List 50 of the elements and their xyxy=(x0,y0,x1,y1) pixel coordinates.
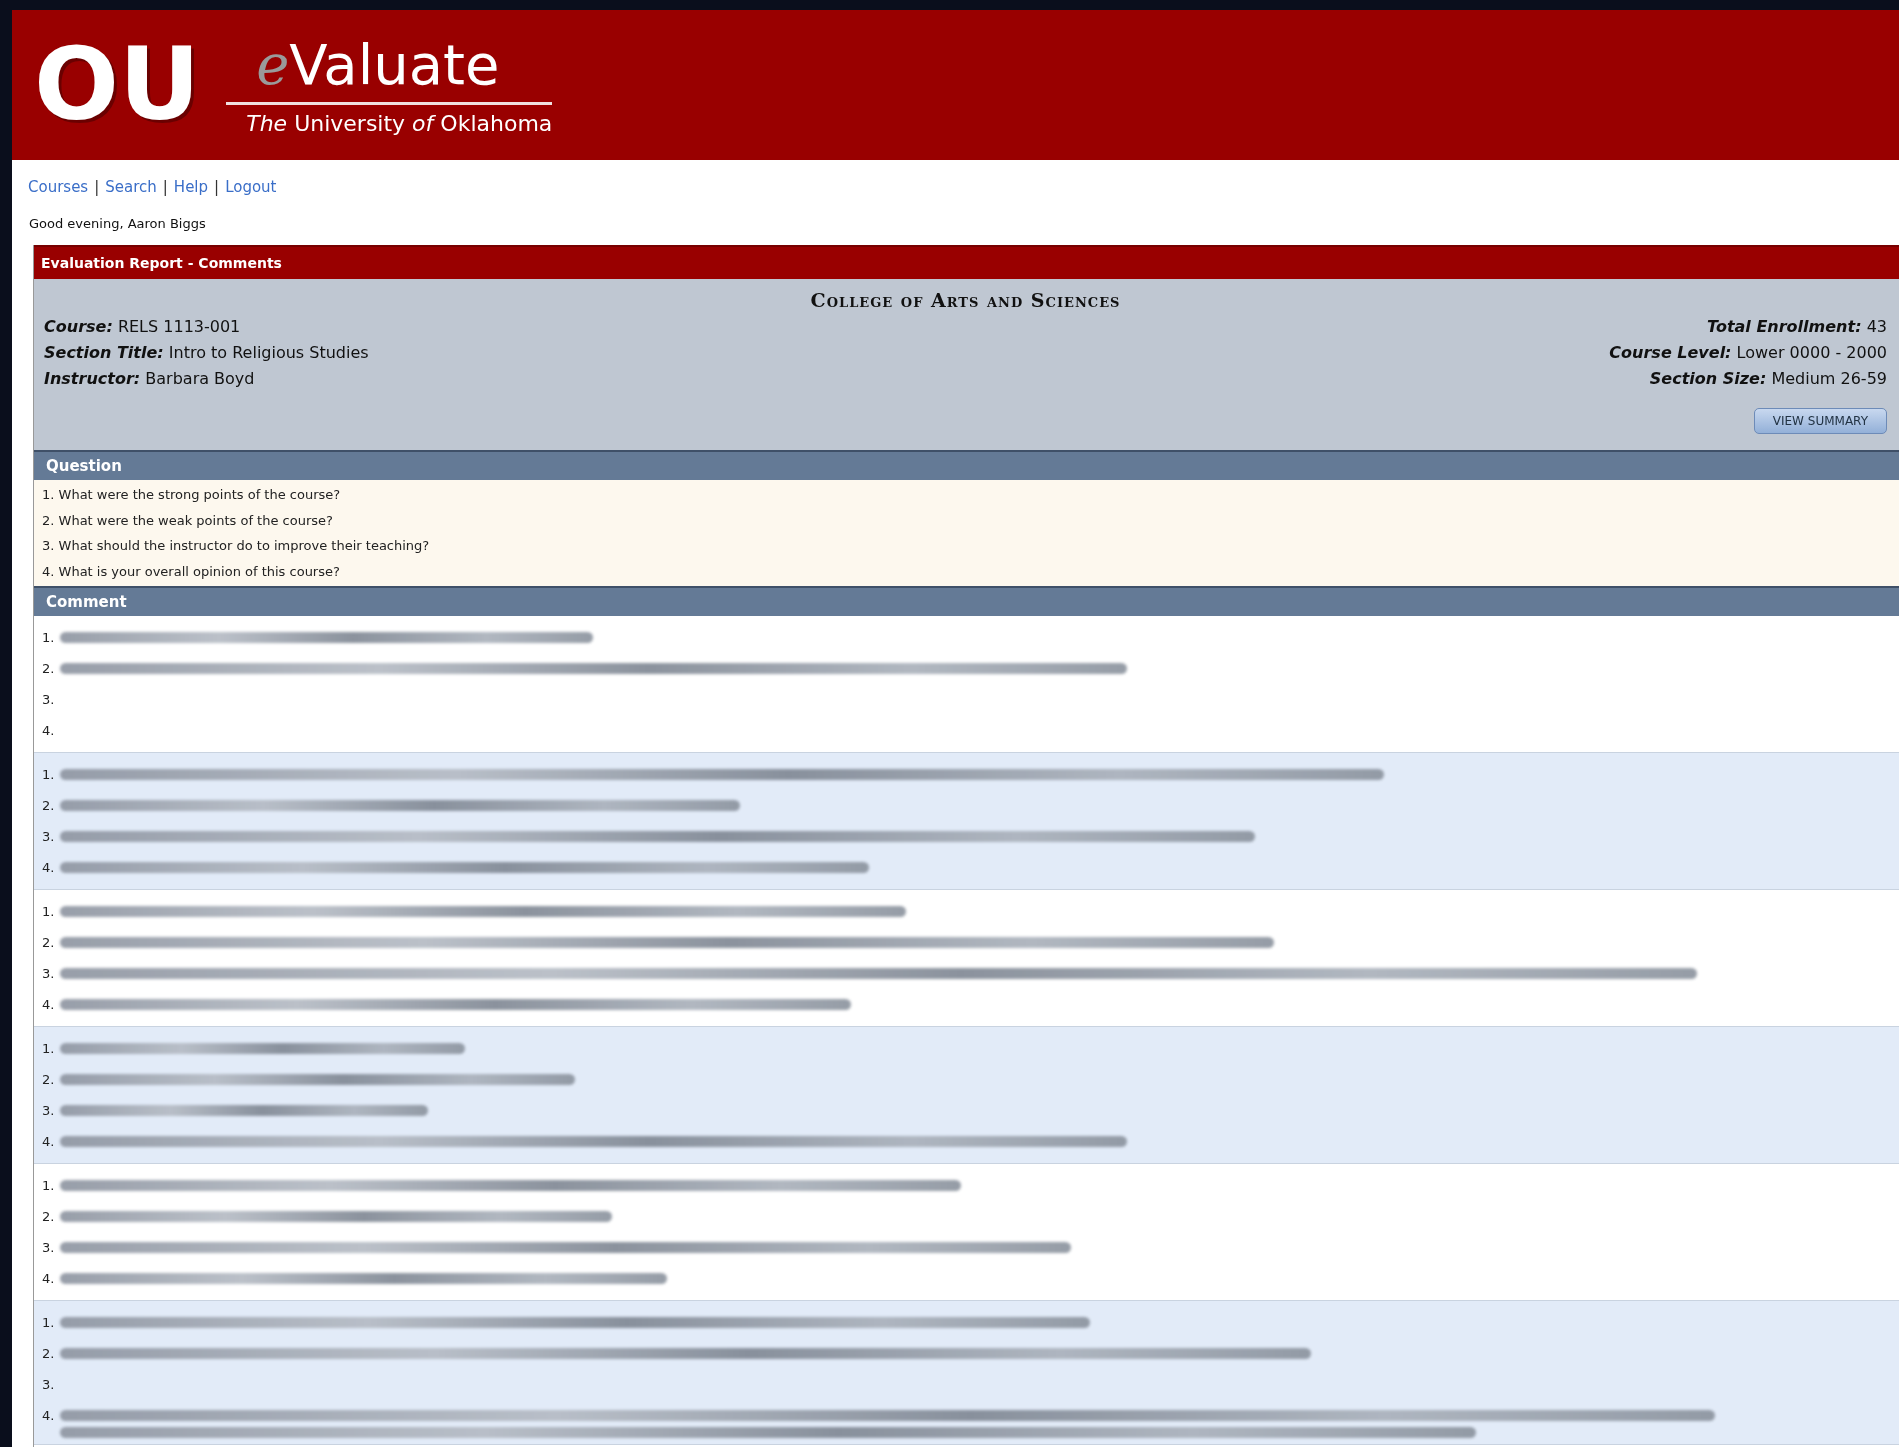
question-text: 2. What were the weak points of the course? xyxy=(42,511,334,530)
nav-separator: | xyxy=(162,178,168,196)
answer-number: 2. xyxy=(42,1208,56,1226)
nav-separator: | xyxy=(214,178,220,196)
nav-link[interactable]: Logout xyxy=(225,178,277,196)
answer-number: 1. xyxy=(42,903,56,921)
answer-number: 2. xyxy=(42,1071,56,1089)
answer-number: 3. xyxy=(42,1376,56,1394)
answer-number: 4. xyxy=(42,996,56,1014)
answer-number: 3. xyxy=(42,828,56,846)
answer-number: 2. xyxy=(42,660,56,678)
answer-number: 4. xyxy=(42,1407,56,1425)
question-text: 3. What should the instructor do to improve their teaching? xyxy=(42,537,431,555)
university-name: The University of Oklahoma xyxy=(245,109,553,136)
greeting-text: Good evening, Aaron Biggs xyxy=(29,216,206,231)
answer-number: 1. xyxy=(42,1177,56,1195)
answer-number: 4. xyxy=(42,1133,56,1151)
answer-number: 2. xyxy=(42,1345,56,1363)
app-logo-text: eValuate xyxy=(226,34,553,105)
answer-number: 2. xyxy=(42,797,56,815)
nav-link[interactable]: Help xyxy=(173,178,209,196)
view-summary-button[interactable]: VIEW SUMMARY xyxy=(1753,408,1887,434)
answer-number: 1. xyxy=(42,766,56,784)
answer-number: 4. xyxy=(42,1270,56,1288)
course-info-field: Section Size: Medium 26-59 xyxy=(1649,369,1887,388)
answer-number: 1. xyxy=(42,1040,56,1058)
report-title-bar: Evaluation Report - Comments xyxy=(34,245,1899,279)
answer-number: 4. xyxy=(42,722,56,740)
course-info-field: Course Level: Lower 0000 - 2000 xyxy=(1609,343,1887,362)
answer-number: 2. xyxy=(42,934,56,952)
course-info-field: Course: RELS 1113-001 xyxy=(44,317,811,336)
answer-number: 1. xyxy=(42,1314,56,1332)
course-info-field: Instructor: Barbara Boyd xyxy=(44,369,811,388)
answer-number: 1. xyxy=(42,629,56,647)
question-header: Question xyxy=(34,450,1899,480)
nav-link[interactable]: Courses xyxy=(28,178,89,196)
nav-separator: | xyxy=(94,178,100,196)
college-name: College of Arts and Sciences xyxy=(810,289,1121,311)
course-info-field: Total Enrollment: 43 xyxy=(1707,317,1887,336)
answer-number: 3. xyxy=(42,1239,56,1257)
answer-number: 3. xyxy=(42,965,56,983)
question-text: 4. What is your overall opinion of this course? xyxy=(42,562,341,581)
nav-link[interactable]: Search xyxy=(105,178,157,196)
answer-number: 4. xyxy=(42,859,56,877)
question-text: 1. What were the strong points of the course? xyxy=(42,486,342,504)
answer-number: 3. xyxy=(42,691,56,709)
course-info-field: Section Title: Intro to Religious Studies xyxy=(44,343,811,362)
comment-header: Comment xyxy=(34,586,1899,616)
answer-number: 3. xyxy=(42,1102,56,1120)
logo-mark: OU xyxy=(34,35,202,135)
